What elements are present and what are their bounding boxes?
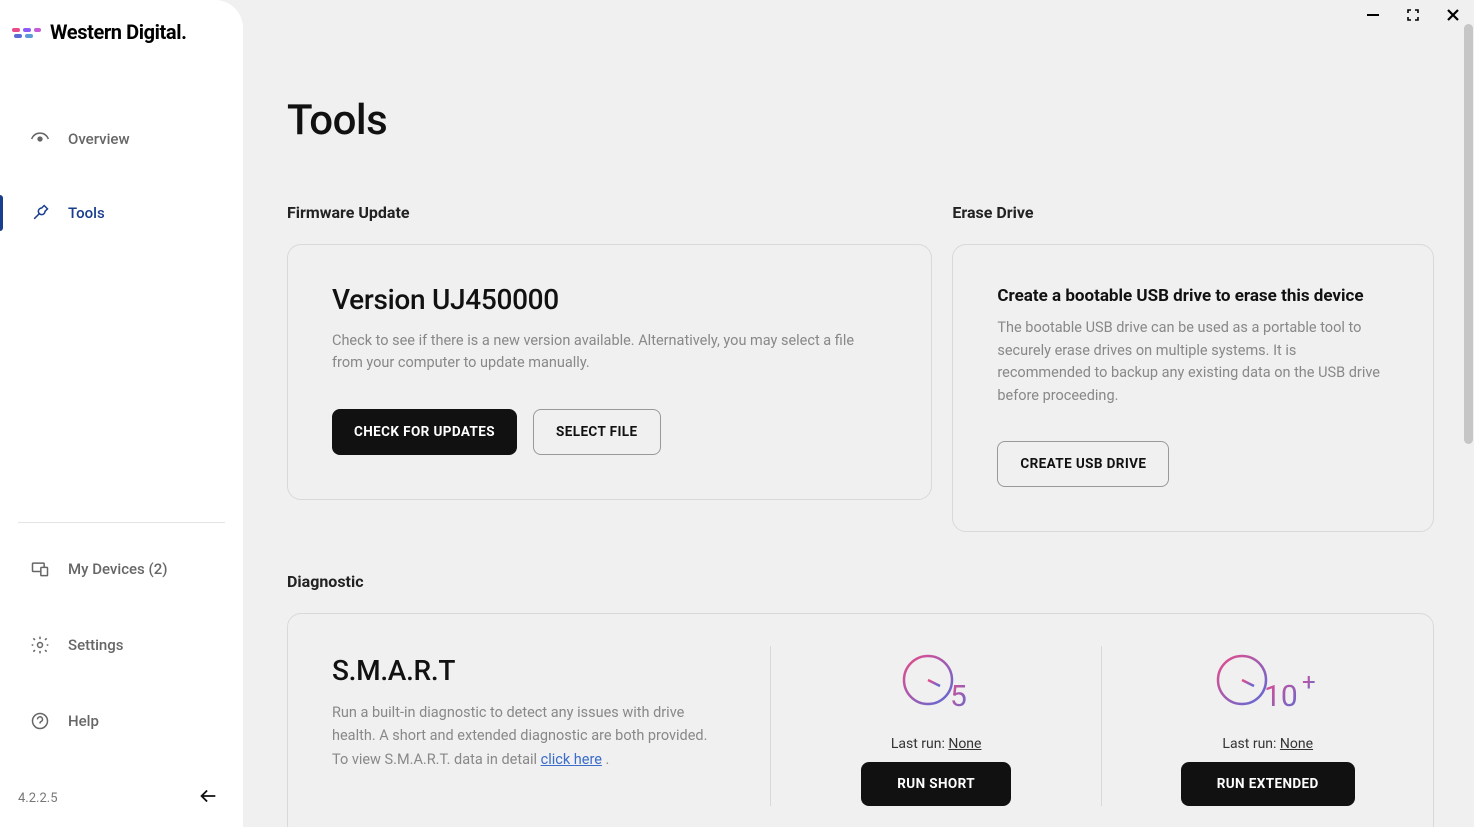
smart-heading: S.M.A.R.T: [332, 654, 726, 687]
last-run-label: Last run:: [1222, 736, 1280, 752]
smart-desc-text: Run a built-in diagnostic to detect any …: [332, 704, 707, 767]
select-file-button[interactable]: SELECT FILE: [533, 409, 660, 455]
logo-icon: [12, 22, 42, 42]
smart-click-here-link[interactable]: click here: [541, 751, 602, 768]
last-run-value: None: [948, 736, 981, 752]
section-title-diagnostic: Diagnostic: [287, 572, 1434, 591]
diagnostic-info: S.M.A.R.T Run a built-in diagnostic to d…: [288, 646, 770, 806]
nav-primary: Overview Tools: [0, 115, 243, 263]
sidebar-item-tools[interactable]: Tools: [0, 189, 243, 237]
smart-desc-tail: .: [602, 751, 609, 768]
create-usb-drive-button[interactable]: CREATE USB DRIVE: [997, 441, 1169, 487]
check-for-updates-button[interactable]: CHECK FOR UPDATES: [332, 409, 517, 455]
svg-text:5: 5: [950, 679, 967, 714]
sidebar-item-my-devices[interactable]: My Devices (2): [18, 545, 225, 593]
gear-icon: [30, 635, 50, 655]
firmware-version-heading: Version UJ450000: [332, 283, 887, 316]
diagnostic-short-column: 5 Last run: None RUN SHORT: [770, 646, 1102, 806]
sidebar-item-label: Overview: [68, 130, 130, 148]
sidebar-item-label: My Devices (2): [68, 560, 167, 578]
sidebar-item-help[interactable]: Help: [18, 697, 225, 745]
run-extended-button[interactable]: RUN EXTENDED: [1181, 762, 1355, 806]
short-last-run: Last run: None: [891, 736, 982, 752]
diagnostic-section: Diagnostic S.M.A.R.T Run a built-in diag…: [287, 572, 1434, 827]
window-controls: [1364, 6, 1462, 24]
clock-5-icon: 5: [896, 646, 976, 718]
page-title: Tools: [287, 96, 1434, 145]
svg-text:10: 10: [1264, 679, 1298, 714]
smart-description: Run a built-in diagnostic to detect any …: [332, 701, 726, 771]
nav-secondary: My Devices (2) Settings Help: [18, 522, 225, 773]
erase-description: The bootable USB drive can be used as a …: [997, 317, 1389, 407]
erase-card: Create a bootable USB drive to erase thi…: [952, 244, 1434, 532]
erase-section: Erase Drive Create a bootable USB drive …: [952, 203, 1434, 532]
diagnostic-card: S.M.A.R.T Run a built-in diagnostic to d…: [287, 613, 1434, 827]
section-title-erase: Erase Drive: [952, 203, 1434, 222]
minimize-button[interactable]: [1364, 6, 1382, 24]
sidebar-item-settings[interactable]: Settings: [18, 621, 225, 669]
collapse-sidebar-button[interactable]: [191, 779, 225, 817]
logo-text: Western Digital.: [50, 20, 187, 44]
logo: Western Digital.: [0, 0, 243, 60]
svg-text:+: +: [1302, 668, 1316, 696]
clock-10-plus-icon: 10 +: [1212, 646, 1324, 718]
close-icon: [1446, 8, 1460, 22]
devices-icon: [30, 559, 50, 579]
diagnostic-extended-column: 10 + Last run: None RUN EXTENDED: [1101, 646, 1433, 806]
last-run-label: Last run:: [891, 736, 949, 752]
wrench-icon: [30, 203, 50, 223]
app-version: 4.2.2.5: [18, 791, 58, 806]
firmware-card: Version UJ450000 Check to see if there i…: [287, 244, 932, 500]
sidebar: Western Digital. Overview Tools: [0, 0, 243, 827]
sidebar-item-overview[interactable]: Overview: [0, 115, 243, 163]
close-button[interactable]: [1444, 6, 1462, 24]
arrow-left-icon: [197, 785, 219, 807]
eye-icon: [30, 129, 50, 149]
extended-last-run: Last run: None: [1222, 736, 1313, 752]
firmware-section: Firmware Update Version UJ450000 Check t…: [287, 203, 932, 532]
sidebar-item-label: Settings: [68, 636, 124, 654]
firmware-description: Check to see if there is a new version a…: [332, 330, 887, 375]
scrollbar-thumb[interactable]: [1464, 24, 1473, 444]
sidebar-item-label: Help: [68, 712, 99, 730]
section-title-firmware: Firmware Update: [287, 203, 932, 222]
maximize-icon: [1406, 8, 1420, 22]
sidebar-item-label: Tools: [68, 204, 105, 222]
erase-heading: Create a bootable USB drive to erase thi…: [997, 283, 1389, 309]
run-short-button[interactable]: RUN SHORT: [861, 762, 1011, 806]
last-run-value: None: [1280, 736, 1313, 752]
help-icon: [30, 711, 50, 731]
sidebar-footer: 4.2.2.5: [0, 773, 243, 827]
maximize-button[interactable]: [1404, 6, 1422, 24]
minimize-icon: [1366, 8, 1380, 22]
main-content: Tools Firmware Update Version UJ450000 C…: [243, 0, 1474, 827]
